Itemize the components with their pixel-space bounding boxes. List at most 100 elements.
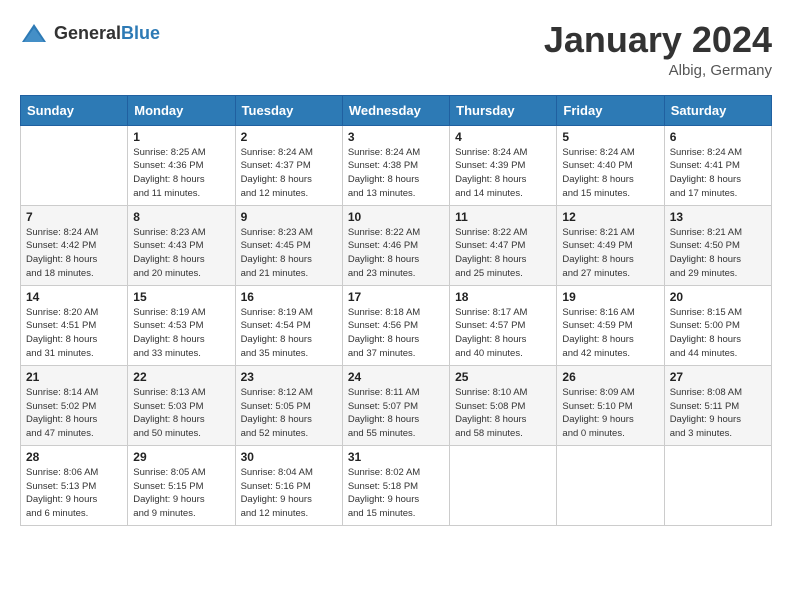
day-number: 25 — [455, 370, 551, 384]
calendar-cell — [450, 445, 557, 525]
day-number: 31 — [348, 450, 444, 464]
day-info: Sunrise: 8:17 AM Sunset: 4:57 PM Dayligh… — [455, 306, 551, 361]
day-info: Sunrise: 8:24 AM Sunset: 4:37 PM Dayligh… — [241, 146, 337, 201]
day-number: 9 — [241, 210, 337, 224]
calendar-cell — [557, 445, 664, 525]
weekday-header: Saturday — [664, 95, 771, 125]
day-number: 8 — [133, 210, 229, 224]
day-number: 21 — [26, 370, 122, 384]
calendar-cell: 5 Sunrise: 8:24 AM Sunset: 4:40 PM Daylig… — [557, 125, 664, 205]
calendar-cell: 23 Sunrise: 8:12 AM Sunset: 5:05 PM Dayli… — [235, 365, 342, 445]
calendar-cell: 25 Sunrise: 8:10 AM Sunset: 5:08 PM Dayli… — [450, 365, 557, 445]
weekday-header: Thursday — [450, 95, 557, 125]
day-info: Sunrise: 8:13 AM Sunset: 5:03 PM Dayligh… — [133, 386, 229, 441]
day-number: 22 — [133, 370, 229, 384]
day-number: 5 — [562, 130, 658, 144]
day-info: Sunrise: 8:02 AM Sunset: 5:18 PM Dayligh… — [348, 466, 444, 521]
day-number: 12 — [562, 210, 658, 224]
day-number: 26 — [562, 370, 658, 384]
day-number: 15 — [133, 290, 229, 304]
day-info: Sunrise: 8:22 AM Sunset: 4:46 PM Dayligh… — [348, 226, 444, 281]
day-info: Sunrise: 8:08 AM Sunset: 5:11 PM Dayligh… — [670, 386, 766, 441]
logo-text-blue: Blue — [121, 23, 160, 43]
day-number: 16 — [241, 290, 337, 304]
day-info: Sunrise: 8:14 AM Sunset: 5:02 PM Dayligh… — [26, 386, 122, 441]
weekday-header: Sunday — [21, 95, 128, 125]
day-number: 23 — [241, 370, 337, 384]
day-info: Sunrise: 8:10 AM Sunset: 5:08 PM Dayligh… — [455, 386, 551, 441]
weekday-header: Tuesday — [235, 95, 342, 125]
calendar-cell: 2 Sunrise: 8:24 AM Sunset: 4:37 PM Daylig… — [235, 125, 342, 205]
logo-icon — [20, 20, 48, 48]
calendar-week-row: 21 Sunrise: 8:14 AM Sunset: 5:02 PM Dayli… — [21, 365, 772, 445]
day-number: 18 — [455, 290, 551, 304]
day-info: Sunrise: 8:24 AM Sunset: 4:40 PM Dayligh… — [562, 146, 658, 201]
day-info: Sunrise: 8:16 AM Sunset: 4:59 PM Dayligh… — [562, 306, 658, 361]
day-info: Sunrise: 8:04 AM Sunset: 5:16 PM Dayligh… — [241, 466, 337, 521]
calendar-cell: 14Sunrise: 8:20 AM Sunset: 4:51 PM Dayli… — [21, 285, 128, 365]
day-number: 28 — [26, 450, 122, 464]
day-info: Sunrise: 8:09 AM Sunset: 5:10 PM Dayligh… — [562, 386, 658, 441]
calendar-cell: 6 Sunrise: 8:24 AM Sunset: 4:41 PM Daylig… — [664, 125, 771, 205]
day-info: Sunrise: 8:23 AM Sunset: 4:45 PM Dayligh… — [241, 226, 337, 281]
calendar-cell: 21 Sunrise: 8:14 AM Sunset: 5:02 PM Dayli… — [21, 365, 128, 445]
day-info: Sunrise: 8:24 AM Sunset: 4:39 PM Dayligh… — [455, 146, 551, 201]
page-header: GeneralBlue January 2024 Albig, Germany — [20, 20, 772, 79]
calendar-week-row: 14Sunrise: 8:20 AM Sunset: 4:51 PM Dayli… — [21, 285, 772, 365]
day-info: Sunrise: 8:21 AM Sunset: 4:49 PM Dayligh… — [562, 226, 658, 281]
day-info: Sunrise: 8:24 AM Sunset: 4:38 PM Dayligh… — [348, 146, 444, 201]
calendar-table: SundayMondayTuesdayWednesdayThursdayFrid… — [20, 95, 772, 526]
calendar-cell: 4 Sunrise: 8:24 AM Sunset: 4:39 PM Daylig… — [450, 125, 557, 205]
day-number: 6 — [670, 130, 766, 144]
day-number: 30 — [241, 450, 337, 464]
day-number: 29 — [133, 450, 229, 464]
calendar-cell: 7Sunrise: 8:24 AM Sunset: 4:42 PM Daylig… — [21, 205, 128, 285]
calendar-cell: 26 Sunrise: 8:09 AM Sunset: 5:10 PM Dayli… — [557, 365, 664, 445]
calendar-week-row: 1 Sunrise: 8:25 AM Sunset: 4:36 PM Daylig… — [21, 125, 772, 205]
day-info: Sunrise: 8:19 AM Sunset: 4:53 PM Dayligh… — [133, 306, 229, 361]
day-number: 20 — [670, 290, 766, 304]
logo-text-general: General — [54, 23, 121, 43]
calendar-week-row: 7Sunrise: 8:24 AM Sunset: 4:42 PM Daylig… — [21, 205, 772, 285]
day-number: 19 — [562, 290, 658, 304]
day-number: 10 — [348, 210, 444, 224]
day-info: Sunrise: 8:18 AM Sunset: 4:56 PM Dayligh… — [348, 306, 444, 361]
day-info: Sunrise: 8:24 AM Sunset: 4:41 PM Dayligh… — [670, 146, 766, 201]
day-info: Sunrise: 8:21 AM Sunset: 4:50 PM Dayligh… — [670, 226, 766, 281]
day-info: Sunrise: 8:11 AM Sunset: 5:07 PM Dayligh… — [348, 386, 444, 441]
calendar-cell: 20 Sunrise: 8:15 AM Sunset: 5:00 PM Dayli… — [664, 285, 771, 365]
day-number: 7 — [26, 210, 122, 224]
logo: GeneralBlue — [20, 20, 160, 48]
day-number: 11 — [455, 210, 551, 224]
calendar-cell: 24Sunrise: 8:11 AM Sunset: 5:07 PM Dayli… — [342, 365, 449, 445]
weekday-header: Wednesday — [342, 95, 449, 125]
location: Albig, Germany — [544, 62, 772, 79]
day-info: Sunrise: 8:23 AM Sunset: 4:43 PM Dayligh… — [133, 226, 229, 281]
day-number: 2 — [241, 130, 337, 144]
day-number: 14 — [26, 290, 122, 304]
day-number: 13 — [670, 210, 766, 224]
month-title: January 2024 — [544, 20, 772, 60]
calendar-cell: 28Sunrise: 8:06 AM Sunset: 5:13 PM Dayli… — [21, 445, 128, 525]
day-info: Sunrise: 8:22 AM Sunset: 4:47 PM Dayligh… — [455, 226, 551, 281]
calendar-cell: 18 Sunrise: 8:17 AM Sunset: 4:57 PM Dayli… — [450, 285, 557, 365]
calendar-cell — [21, 125, 128, 205]
calendar-cell: 1 Sunrise: 8:25 AM Sunset: 4:36 PM Daylig… — [128, 125, 235, 205]
weekday-header: Friday — [557, 95, 664, 125]
day-info: Sunrise: 8:12 AM Sunset: 5:05 PM Dayligh… — [241, 386, 337, 441]
day-number: 4 — [455, 130, 551, 144]
day-info: Sunrise: 8:19 AM Sunset: 4:54 PM Dayligh… — [241, 306, 337, 361]
day-info: Sunrise: 8:25 AM Sunset: 4:36 PM Dayligh… — [133, 146, 229, 201]
day-number: 17 — [348, 290, 444, 304]
calendar-cell: 27 Sunrise: 8:08 AM Sunset: 5:11 PM Dayli… — [664, 365, 771, 445]
calendar-cell — [664, 445, 771, 525]
calendar-cell: 22 Sunrise: 8:13 AM Sunset: 5:03 PM Dayli… — [128, 365, 235, 445]
calendar-cell: 13 Sunrise: 8:21 AM Sunset: 4:50 PM Dayli… — [664, 205, 771, 285]
calendar-cell: 11 Sunrise: 8:22 AM Sunset: 4:47 PM Dayli… — [450, 205, 557, 285]
title-block: January 2024 Albig, Germany — [544, 20, 772, 79]
day-number: 27 — [670, 370, 766, 384]
calendar-cell: 16 Sunrise: 8:19 AM Sunset: 4:54 PM Dayli… — [235, 285, 342, 365]
day-info: Sunrise: 8:15 AM Sunset: 5:00 PM Dayligh… — [670, 306, 766, 361]
day-number: 1 — [133, 130, 229, 144]
day-number: 3 — [348, 130, 444, 144]
